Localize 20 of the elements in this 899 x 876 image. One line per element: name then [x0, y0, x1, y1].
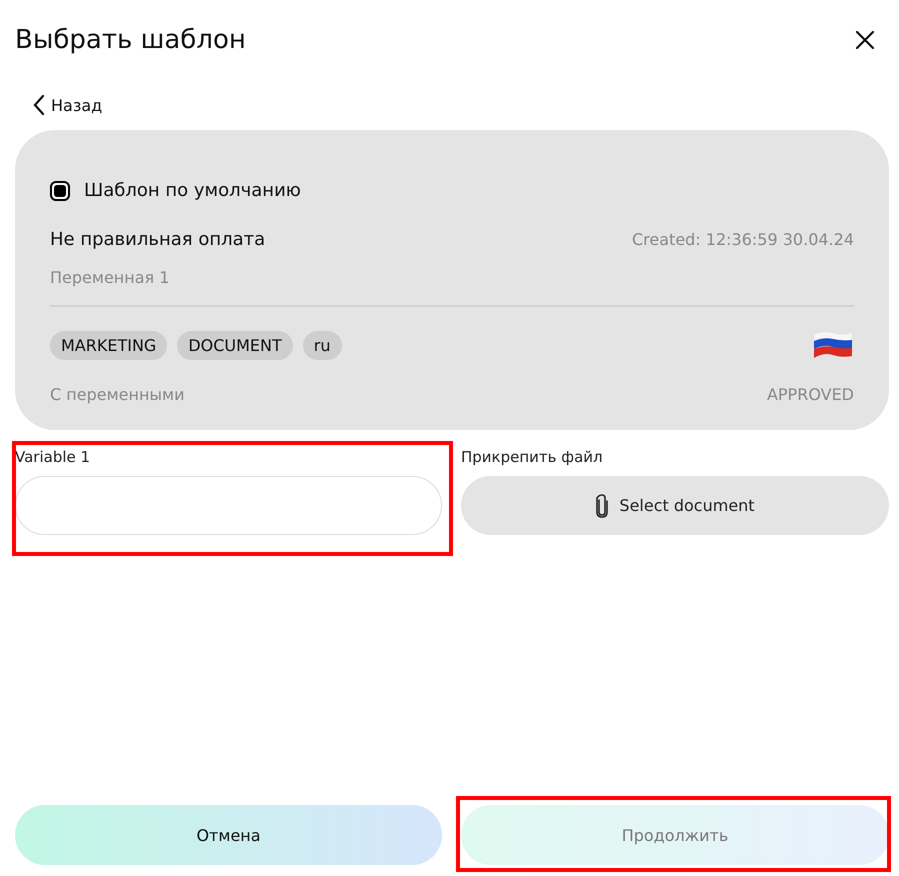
tag: ru — [302, 330, 342, 360]
status-label: APPROVED — [766, 385, 854, 404]
field-label: Прикрепить файл — [461, 448, 604, 466]
dialog-title: Выбрать шаблон — [15, 25, 246, 55]
tag: MARKETING — [50, 330, 168, 360]
tag: DOCUMENT — [177, 330, 293, 360]
cancel-button[interactable]: Отмена — [15, 805, 442, 865]
template-type: С переменными — [50, 385, 184, 404]
paperclip-icon — [595, 492, 610, 518]
input-field[interactable] — [15, 476, 442, 535]
chevron-left-icon — [33, 94, 45, 116]
close-icon — [855, 30, 875, 50]
created-date: Created: 12:36:59 30.04.24 — [632, 230, 854, 249]
select-document-button[interactable]: Select document — [461, 476, 889, 535]
variable-text: Переменная 1 — [50, 268, 170, 287]
back-link[interactable]: Назад — [15, 80, 102, 130]
default-template-checkbox[interactable]: Шаблон по умолчанию — [50, 180, 301, 201]
flag-icon — [812, 329, 854, 361]
template-name: Не правильная оплата — [50, 229, 266, 250]
field-label: Variable 1 — [15, 448, 92, 466]
